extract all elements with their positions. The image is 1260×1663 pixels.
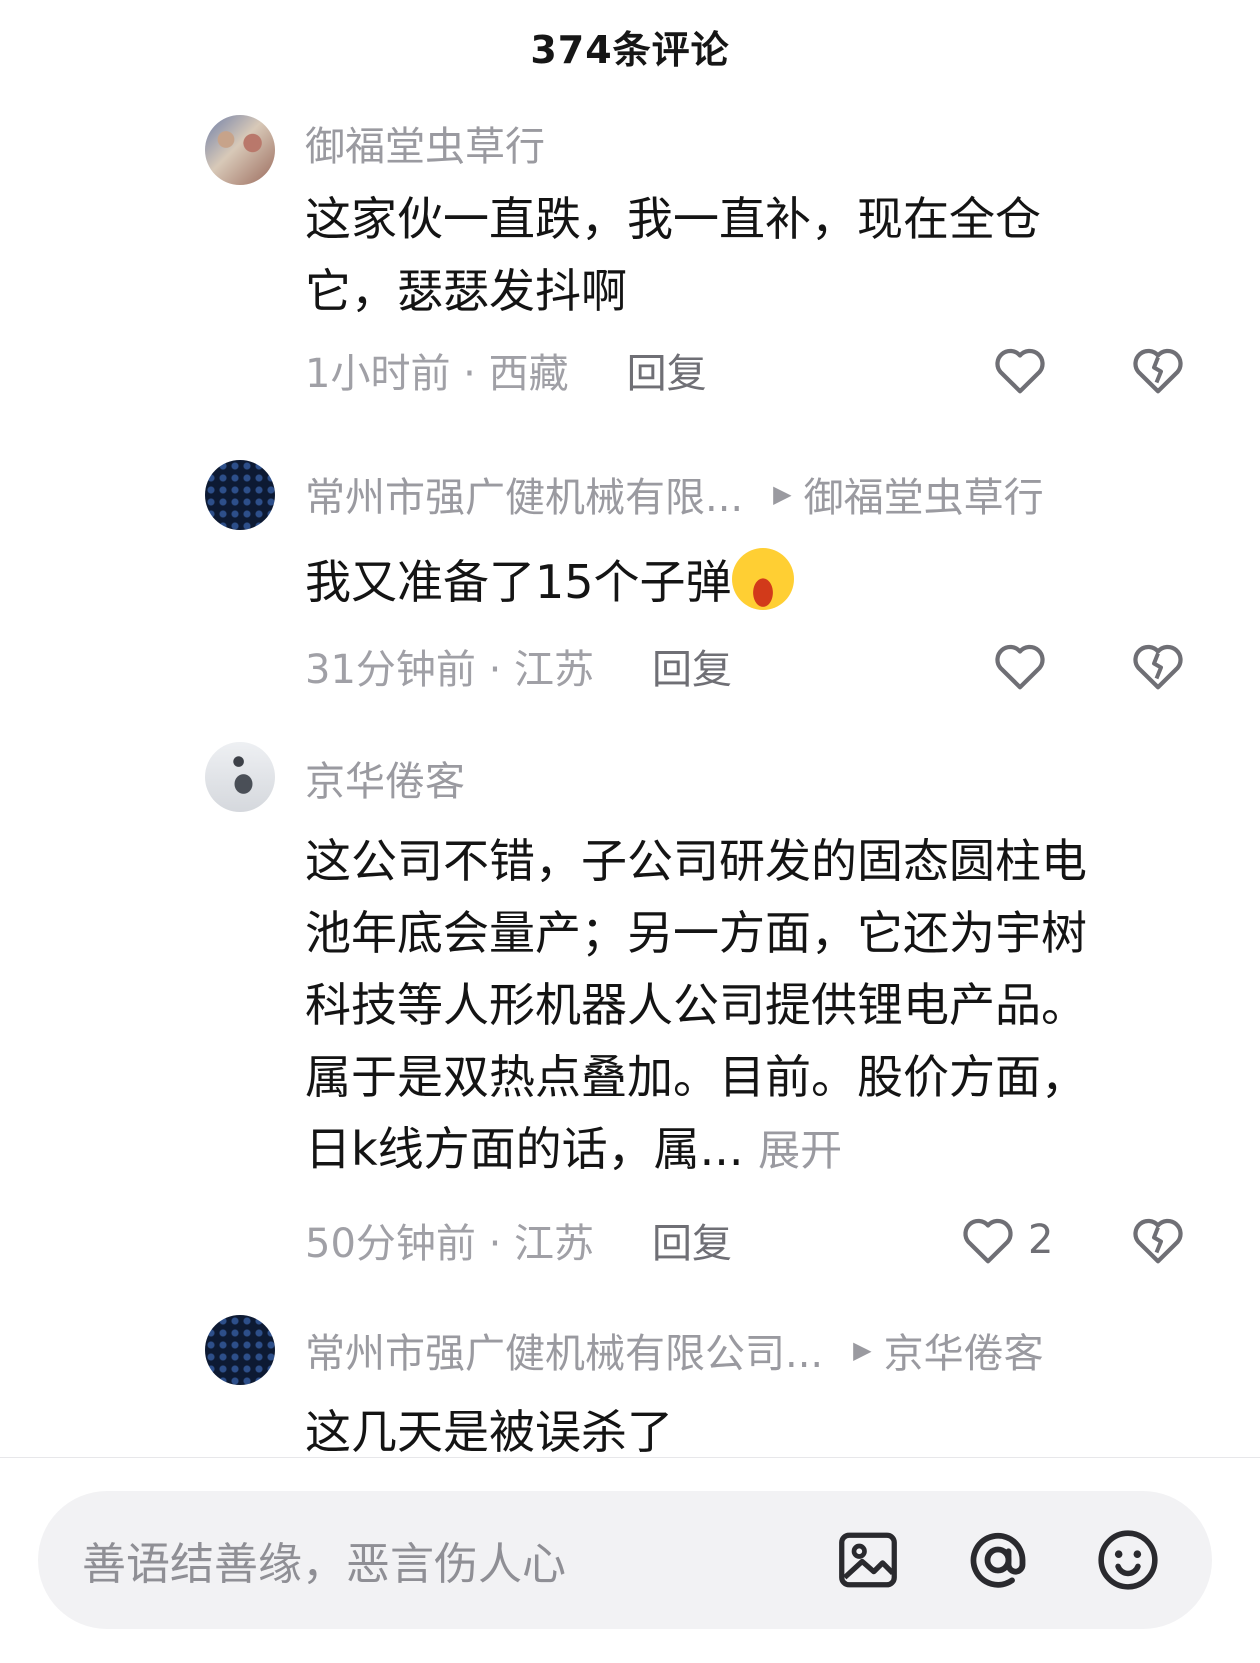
like-button[interactable] (990, 340, 1050, 400)
heart-icon (963, 1218, 1013, 1264)
avatar-pipes-icon[interactable] (205, 1315, 275, 1385)
comment-text: 这公司不错，子公司研发的固态圆柱电 池年底会量产；另一方面，它还为宇树 科技等人… (305, 834, 1087, 1176)
dislike-button[interactable] (1128, 636, 1188, 696)
dislike-button[interactable] (1128, 1210, 1188, 1270)
comment-author[interactable]: 京华倦客 (305, 749, 465, 807)
comments-header: 374条评论 (0, 0, 1260, 92)
comment-meta: 1小时前 · 西藏 回复 (305, 340, 707, 400)
comment-text: 我又准备了15个子弹 (305, 546, 1185, 618)
comment-author[interactable]: 常州市强广健机械有限公司... (305, 1321, 823, 1379)
reply-arrow-icon: ▶ (853, 1336, 872, 1364)
broken-heart-icon (1133, 1218, 1183, 1264)
avatar-photo-icon[interactable] (205, 115, 275, 185)
emoji-icon[interactable] (1093, 1525, 1163, 1595)
like-count: 2 (1028, 1217, 1054, 1263)
comment-author-row: 御福堂虫草行 (305, 115, 1170, 171)
broken-heart-icon (1133, 644, 1183, 690)
comment-count-title: 374条评论 (530, 27, 730, 72)
comment-author[interactable]: 御福堂虫草行 (305, 114, 545, 172)
reply-button[interactable]: 回复 (652, 637, 732, 695)
heart-icon (995, 348, 1045, 394)
image-icon[interactable] (833, 1525, 903, 1595)
expand-link[interactable]: 展开 (758, 1126, 842, 1175)
crying-laughing-emoji-icon (731, 548, 794, 610)
like-button[interactable]: 2 (958, 1210, 1053, 1270)
reply-arrow-icon: ▶ (773, 480, 792, 508)
comment-author-row: 常州市强广健机械有限公司... ▶ 京华倦客 (305, 1322, 1170, 1378)
avatar-person-icon[interactable] (205, 742, 275, 812)
like-button[interactable] (990, 636, 1050, 696)
comment-input[interactable]: 善语结善缘，恶言伤人心 (82, 1491, 566, 1629)
reply-button[interactable]: 回复 (627, 341, 707, 399)
reply-target[interactable]: 御福堂虫草行 (804, 465, 1044, 523)
comment-time-location: 1小时前 · 西藏 (305, 351, 569, 397)
at-icon[interactable] (963, 1525, 1033, 1595)
comment-author-row: 京华倦客 (305, 750, 1170, 806)
comment-text: 这家伙一直跌，我一直补，现在全仓 它，瑟瑟发抖啊 (305, 192, 1041, 318)
comment-input-bar[interactable]: 善语结善缘，恶言伤人心 (38, 1491, 1212, 1629)
heart-icon (995, 644, 1045, 690)
reply-button[interactable]: 回复 (652, 1211, 732, 1269)
comment-text: 这几天是被误杀了 (305, 1405, 673, 1456)
comment-author-row: 常州市强广健机械有限... ▶ 御福堂虫草行 (305, 466, 1170, 522)
divider (0, 1457, 1260, 1458)
avatar-pipes-icon[interactable] (205, 460, 275, 530)
comment-author[interactable]: 常州市强广健机械有限... (305, 465, 743, 523)
dislike-button[interactable] (1128, 340, 1188, 400)
comment-meta: 50分钟前 · 江苏 回复 (305, 1210, 732, 1270)
comment-meta: 31分钟前 · 江苏 回复 (305, 636, 732, 696)
comment-time-location: 31分钟前 · 江苏 (305, 647, 595, 693)
broken-heart-icon (1133, 348, 1183, 394)
reply-target[interactable]: 京华倦客 (884, 1321, 1044, 1379)
comment-time-location: 50分钟前 · 江苏 (305, 1221, 595, 1267)
